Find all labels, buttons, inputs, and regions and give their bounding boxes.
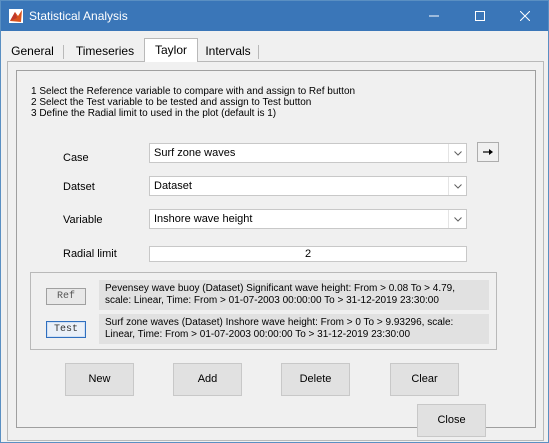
chevron-down-icon bbox=[448, 210, 466, 228]
test-description: Surf zone waves (Dataset) Inshore wave h… bbox=[99, 314, 489, 344]
tab-general[interactable]: General bbox=[3, 42, 62, 62]
title-bar: Statistical Analysis bbox=[1, 1, 548, 31]
chevron-down-icon bbox=[448, 177, 466, 195]
tab-separator bbox=[258, 45, 259, 59]
variable-dropdown[interactable]: Inshore wave height bbox=[149, 209, 467, 229]
tab-intervals[interactable]: Intervals bbox=[198, 42, 258, 62]
instruction-line-3: 3 Define the Radial limit to used in the… bbox=[31, 108, 277, 119]
radial-limit-input[interactable]: 2 bbox=[149, 246, 467, 262]
clear-button[interactable]: Clear bbox=[390, 363, 459, 396]
window-title: Statistical Analysis bbox=[29, 9, 128, 23]
variable-label: Variable bbox=[63, 214, 103, 226]
statistical-analysis-window: Statistical Analysis General Timeseries … bbox=[0, 0, 549, 443]
close-window-button[interactable] bbox=[502, 1, 548, 31]
dataset-label: Datset bbox=[63, 181, 95, 193]
case-label: Case bbox=[63, 152, 89, 164]
add-button[interactable]: Add bbox=[173, 363, 242, 396]
maximize-icon bbox=[475, 11, 485, 21]
tab-timeseries[interactable]: Timeseries bbox=[64, 42, 146, 62]
radial-limit-label: Radial limit bbox=[63, 248, 117, 260]
close-button[interactable]: Close bbox=[417, 404, 486, 437]
maximize-button[interactable] bbox=[457, 1, 503, 31]
minimize-button[interactable] bbox=[411, 1, 457, 31]
dataset-value: Dataset bbox=[154, 180, 192, 192]
new-button[interactable]: New bbox=[65, 363, 134, 396]
variable-value: Inshore wave height bbox=[154, 213, 253, 225]
case-dropdown[interactable]: Surf zone waves bbox=[149, 143, 467, 163]
ref-description: Pevensey wave buoy (Dataset) Significant… bbox=[99, 280, 489, 310]
minimize-icon bbox=[429, 15, 439, 17]
instruction-line-2: 2 Select the Test variable to be tested … bbox=[31, 97, 312, 108]
case-go-button[interactable] bbox=[477, 142, 499, 162]
tab-taylor[interactable]: Taylor bbox=[144, 38, 198, 62]
tab-bar: General Timeseries Taylor Intervals bbox=[1, 38, 548, 62]
arrow-right-icon bbox=[483, 149, 493, 155]
ref-button[interactable]: Ref bbox=[46, 288, 86, 305]
instruction-line-1: 1 Select the Reference variable to compa… bbox=[31, 86, 356, 97]
case-value: Surf zone waves bbox=[154, 147, 236, 159]
test-button[interactable]: Test bbox=[46, 321, 86, 338]
matlab-app-icon bbox=[9, 9, 23, 23]
delete-button[interactable]: Delete bbox=[281, 363, 350, 396]
dataset-dropdown[interactable]: Dataset bbox=[149, 176, 467, 196]
chevron-down-icon bbox=[448, 144, 466, 162]
close-icon bbox=[520, 11, 530, 21]
